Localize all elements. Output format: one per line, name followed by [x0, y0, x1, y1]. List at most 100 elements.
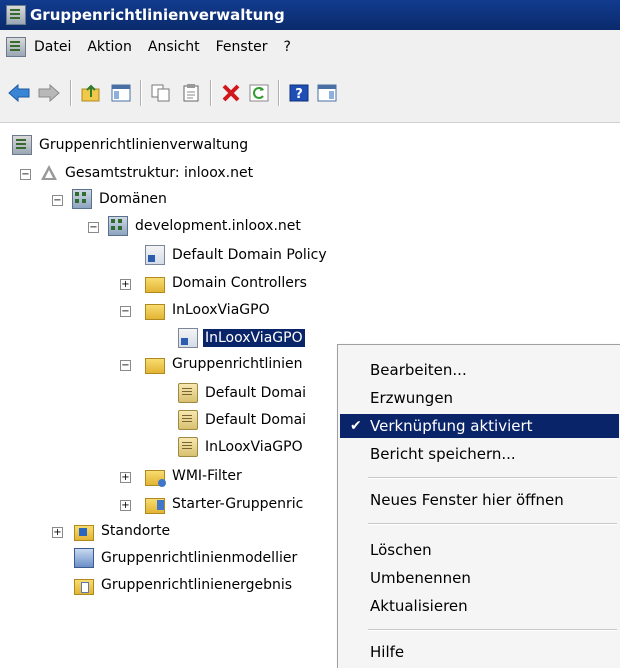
delete-icon[interactable] [220, 82, 242, 104]
toolbar: ? [0, 64, 620, 123]
forest-icon [40, 164, 58, 182]
expand-icon[interactable]: + [120, 472, 131, 483]
tree-item-label: Default Domain Policy [172, 247, 327, 263]
help-icon[interactable]: ? [288, 82, 310, 104]
menu-separator [368, 523, 617, 525]
tree-item-label: Gesamtstruktur: inloox.net [65, 165, 254, 181]
svg-text:?: ? [295, 87, 303, 102]
menu-item-enforced[interactable]: Erzwungen [340, 386, 619, 410]
menu-ansicht[interactable]: Ansicht [140, 39, 208, 55]
collapse-icon[interactable]: − [120, 306, 131, 317]
tree-item-gpo[interactable]: InLooxViaGPO [178, 436, 305, 458]
tree-item-sites[interactable]: Standorte [74, 520, 172, 542]
up-folder-icon[interactable] [80, 82, 102, 104]
tree-item-label: Gruppenrichtlinien [172, 356, 303, 372]
menu-item-label: Bearbeiten... [370, 361, 467, 379]
expand-icon[interactable]: + [120, 500, 131, 511]
tree-item-label: Standorte [101, 523, 171, 539]
menu-bar: Datei Aktion Ansicht Fenster ? [0, 30, 620, 64]
menu-datei[interactable]: Datei [26, 39, 79, 55]
domain-icon [108, 216, 128, 236]
tree-item-label: development.inloox.net [135, 218, 301, 234]
collapse-icon[interactable]: − [120, 360, 131, 371]
gp-results-icon [74, 578, 94, 595]
context-menu: Bearbeiten... Erzwungen ✔ Verknüpfung ak… [337, 344, 620, 668]
tree-item-starter-gpo[interactable]: Starter-Gruppenric [145, 493, 305, 515]
tree-item-label: Gruppenrichtlinienverwaltung [39, 137, 249, 153]
action-pane-icon[interactable] [316, 82, 338, 104]
toolbar-separator [140, 80, 142, 106]
menu-fenster[interactable]: Fenster [208, 39, 276, 55]
toolbar-separator [278, 80, 280, 106]
gpm-icon [12, 135, 32, 155]
back-arrow-icon[interactable] [8, 82, 30, 104]
menu-item-rename[interactable]: Umbenennen [340, 566, 619, 590]
menu-item-help[interactable]: Hilfe [340, 640, 619, 664]
gpm-app-icon [6, 5, 26, 25]
tree-item-label: WMI-Filter [172, 468, 242, 484]
tree-item-forest[interactable]: Gesamtstruktur: inloox.net [40, 162, 255, 184]
system-menu-icon[interactable] [6, 37, 26, 57]
menu-item-edit[interactable]: Bearbeiten... [340, 358, 619, 382]
tree-item-label: Starter-Gruppenric [172, 496, 304, 512]
tree-item-gpo-folder[interactable]: Gruppenrichtlinien [145, 353, 304, 375]
tree-item-gpo-link-selected[interactable]: InLooxViaGPO [178, 327, 306, 349]
tree-item-label: Default Domai [205, 412, 307, 428]
tree-item-label: Gruppenrichtlinienmodellier [101, 550, 298, 566]
tree-item-domain-controllers[interactable]: Domain Controllers [145, 272, 309, 294]
menu-aktion[interactable]: Aktion [79, 39, 140, 55]
tree-item-label: Domain Controllers [172, 275, 307, 291]
copy-icon[interactable] [150, 82, 172, 104]
menu-item-label: Hilfe [370, 643, 405, 661]
tree-item-gpo[interactable]: Default Domai [178, 382, 308, 404]
menu-item-label: Bericht speichern... [370, 445, 516, 463]
expand-icon[interactable]: + [52, 527, 63, 538]
menu-help[interactable]: ? [276, 39, 299, 55]
collapse-icon[interactable]: − [20, 169, 31, 180]
toolbar-separator [70, 80, 72, 106]
menu-item-label: Verknüpfung aktiviert [370, 417, 533, 435]
tree-item-label: Domänen [99, 191, 167, 207]
title-bar: Gruppenrichtlinienverwaltung [0, 0, 620, 30]
forward-arrow-icon[interactable] [38, 82, 60, 104]
domains-icon [72, 189, 92, 209]
gpo-link-icon [178, 328, 198, 348]
collapse-icon[interactable]: − [52, 195, 63, 206]
collapse-icon[interactable]: − [88, 222, 99, 233]
tree-item-ou-inlooxviagpo[interactable]: InLooxViaGPO [145, 299, 272, 321]
tree-item-gp-modeling[interactable]: Gruppenrichtlinienmodellier [74, 547, 299, 569]
menu-item-label: Neues Fenster hier öffnen [370, 491, 564, 509]
tree-item-gp-results[interactable]: Gruppenrichtlinienergebnis [74, 574, 294, 596]
refresh-icon[interactable] [248, 82, 270, 104]
gp-modeling-icon [74, 548, 94, 568]
expand-icon[interactable]: + [120, 279, 131, 290]
tree-item-domains[interactable]: Domänen [72, 188, 169, 210]
paste-icon[interactable] [180, 82, 202, 104]
menu-item-link-enabled[interactable]: ✔ Verknüpfung aktiviert [340, 414, 619, 438]
window-title: Gruppenrichtlinienverwaltung [30, 6, 285, 24]
tree-item-gpo[interactable]: Default Domai [178, 409, 308, 431]
menu-item-save-report[interactable]: Bericht speichern... [340, 442, 619, 466]
menu-item-label: Aktualisieren [370, 597, 468, 615]
gpo-icon [178, 383, 198, 403]
tree-item-wmi-filter[interactable]: WMI-Filter [145, 465, 244, 487]
sites-icon [74, 524, 94, 541]
show-hide-tree-icon[interactable] [110, 82, 132, 104]
menu-item-label: Erzwungen [370, 389, 454, 407]
toolbar-separator [210, 80, 212, 106]
tree-item-label: InLooxViaGPO [202, 328, 306, 348]
tree-item-label: InLooxViaGPO [172, 302, 270, 318]
menu-item-new-window[interactable]: Neues Fenster hier öffnen [340, 488, 619, 512]
menu-item-label: Löschen [370, 541, 432, 559]
tree-item-root[interactable]: Gruppenrichtlinienverwaltung [12, 134, 250, 156]
menu-item-label: Umbenennen [370, 569, 471, 587]
menu-item-refresh[interactable]: Aktualisieren [340, 594, 619, 618]
ou-folder-icon [145, 303, 165, 320]
starter-gpo-icon [145, 497, 165, 514]
checkmark-icon: ✔ [350, 418, 362, 434]
tree-item-default-domain-policy[interactable]: Default Domain Policy [145, 244, 329, 266]
tree-item-domain[interactable]: development.inloox.net [108, 215, 303, 237]
gpo-link-icon [145, 245, 165, 265]
menu-separator [368, 629, 617, 631]
menu-item-delete[interactable]: Löschen [340, 538, 619, 562]
